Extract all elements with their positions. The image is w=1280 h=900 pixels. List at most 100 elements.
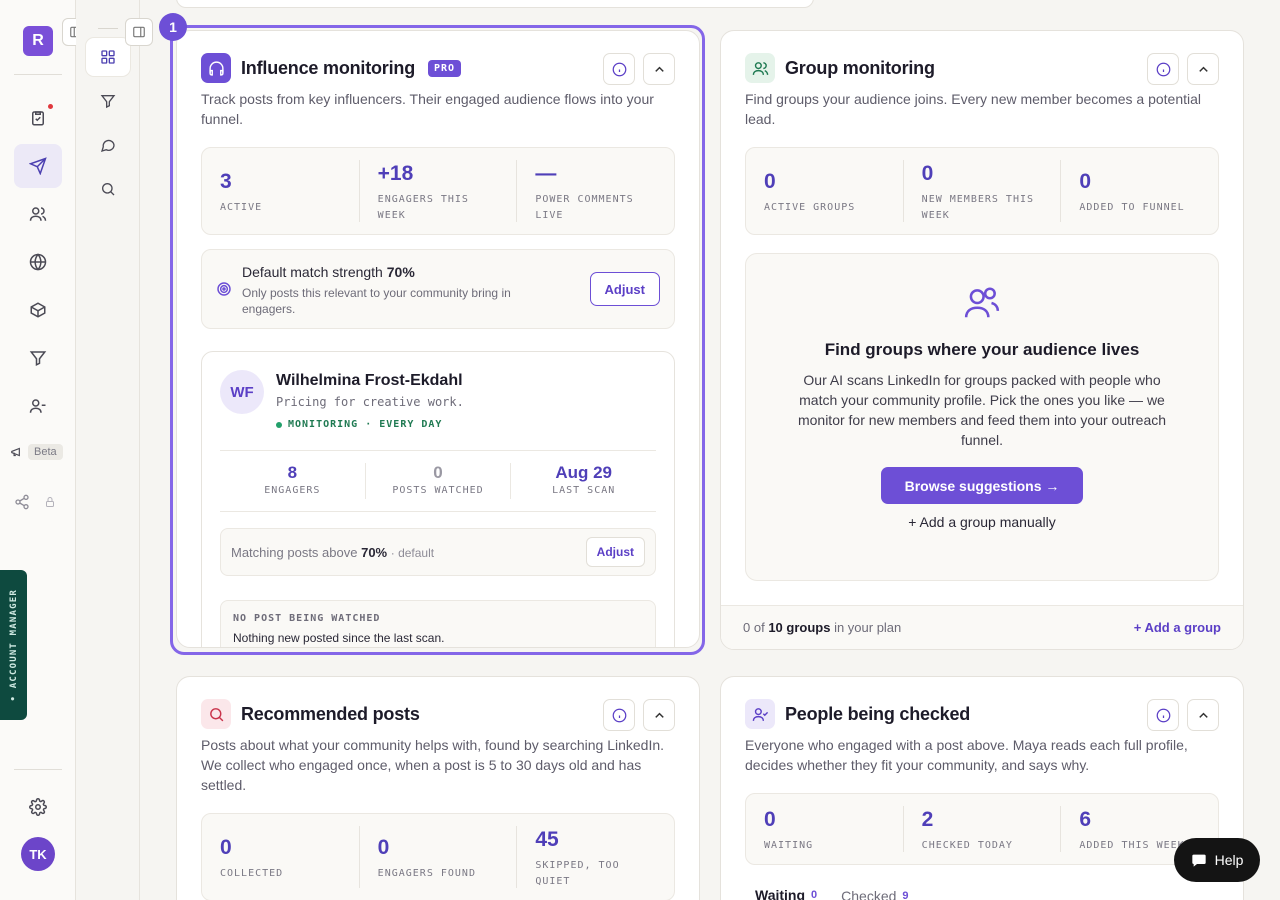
- stat-checked-today: 2 CHECKED TODAY: [904, 806, 1062, 852]
- info-button[interactable]: [1147, 699, 1179, 731]
- collapse-subnav-button[interactable]: [125, 18, 153, 46]
- stat-skipped: 45 SKIPPED, TOO QUIET: [535, 828, 620, 887]
- filter-icon: [100, 95, 116, 109]
- card-header: People being checked: [745, 699, 1219, 731]
- influencer-avatar: WF: [220, 370, 264, 414]
- chevron-up-icon: [654, 66, 664, 72]
- info-icon: [1156, 708, 1170, 722]
- pro-badge: PRO: [428, 60, 462, 77]
- stat-last-scan: Aug 29 LAST SCAN: [552, 463, 616, 496]
- user-group-icon: [964, 287, 1000, 318]
- stat-added-funnel: 0 ADDED TO FUNNEL: [1079, 170, 1185, 213]
- influence-monitoring-card: Influence monitoring PRO Track posts fro…: [176, 30, 700, 648]
- users-icon: [745, 53, 775, 83]
- brand-logo[interactable]: R: [23, 26, 53, 56]
- main-nav-rail: R Beta TK: [0, 0, 76, 900]
- tutorial-step-badge: 1: [159, 13, 187, 41]
- influencer-tagline: Pricing for creative work.: [276, 395, 464, 409]
- search-icon: [201, 699, 231, 729]
- card-description: Find groups your audience joins. Every n…: [745, 91, 1202, 127]
- rail-divider: [14, 769, 62, 770]
- info-icon: [1156, 62, 1170, 76]
- nav-filters[interactable]: [14, 336, 62, 380]
- subnav-search[interactable]: [86, 170, 130, 208]
- stat-engagers-found: 0 ENGAGERS FOUND: [360, 826, 518, 888]
- nav-team[interactable]: [14, 384, 62, 428]
- nav-web[interactable]: [14, 240, 62, 284]
- subnav-divider: [98, 28, 118, 29]
- browse-suggestions-button[interactable]: Browse suggestions →: [881, 467, 1083, 504]
- headphones-icon: [201, 53, 231, 83]
- nav-tasks[interactable]: [14, 96, 62, 140]
- info-button[interactable]: [603, 53, 635, 85]
- help-button[interactable]: Help: [1174, 838, 1260, 882]
- user-avatar[interactable]: TK: [21, 837, 55, 871]
- nav-outreach[interactable]: [14, 144, 62, 188]
- send-icon: [29, 157, 47, 175]
- previous-card-edge: [176, 0, 814, 8]
- globe-icon: [29, 253, 47, 271]
- stat-active-groups: 0 ACTIVE GROUPS: [746, 160, 904, 222]
- account-manager-label: • ACCOUNT MANAGER: [8, 588, 19, 702]
- empty-description: Our AI scans LinkedIn for groups packed …: [797, 372, 1167, 448]
- subnav-funnel[interactable]: [86, 82, 130, 120]
- account-manager-tab[interactable]: • ACCOUNT MANAGER: [0, 570, 27, 720]
- target-icon: [217, 282, 231, 296]
- match-strength-subtitle: Only posts this relevant to your communi…: [242, 286, 511, 316]
- stats-row: 0 ACTIVE GROUPS 0 NEW MEMBERS THIS WEEK 0A…: [745, 147, 1219, 235]
- stat-new-members: 0 NEW MEMBERS THIS WEEK: [904, 160, 1062, 222]
- card-header: Group monitoring: [745, 53, 1219, 85]
- stat-posts-watched: 0 POSTS WATCHED: [366, 463, 512, 499]
- nav-contacts[interactable]: [14, 192, 62, 236]
- card-title: Recommended posts: [241, 704, 420, 724]
- adjust-match-button[interactable]: Adjust: [589, 272, 660, 306]
- stat-power-comments: — POWER COMMENTS LIVE: [535, 162, 634, 221]
- no-post-notice: NO POST BEING WATCHED Nothing new posted…: [220, 600, 656, 647]
- empty-title: Find groups where your audience lives: [824, 340, 1140, 359]
- nav-settings[interactable]: [14, 785, 62, 829]
- beta-badge: Beta: [28, 444, 63, 460]
- influencer-name[interactable]: Wilhelmina Frost-Ekdahl: [276, 372, 463, 390]
- nav-inbox[interactable]: [14, 288, 62, 332]
- info-icon: [612, 708, 626, 722]
- users-icon: [29, 207, 47, 221]
- section-subnav: [76, 0, 140, 900]
- adjust-influencer-button[interactable]: Adjust: [585, 537, 645, 567]
- lock-icon: [46, 497, 54, 507]
- tab-checked[interactable]: Checked 9: [841, 887, 908, 900]
- info-icon: [612, 62, 626, 76]
- chevron-up-icon: [1198, 712, 1208, 718]
- grid-icon: [101, 50, 115, 64]
- chat-bubble-icon: [1191, 854, 1206, 867]
- gear-icon: [29, 798, 47, 816]
- subnav-messages[interactable]: [86, 126, 130, 164]
- collapse-card-button[interactable]: [643, 699, 675, 731]
- filter-icon: [29, 351, 47, 366]
- user-check-icon: [745, 699, 775, 729]
- subnav-dashboard[interactable]: [86, 38, 130, 76]
- card-header: Recommended posts: [201, 699, 675, 731]
- influencer-item: WF Wilhelmina Frost-Ekdahl Pricing for c…: [201, 351, 675, 647]
- groups-empty-state: Find groups where your audience lives Ou…: [745, 253, 1219, 581]
- nav-integrations[interactable]: [14, 492, 62, 512]
- collapse-card-button[interactable]: [1187, 699, 1219, 731]
- status-dot: [276, 421, 282, 428]
- stat-active: 3 ACTIVE: [202, 160, 360, 222]
- collapse-card-button[interactable]: [643, 53, 675, 85]
- monitoring-status: MONITORING · EVERY DAY: [276, 419, 442, 430]
- add-group-link[interactable]: + Add a group: [1134, 620, 1221, 635]
- card-title: People being checked: [785, 704, 971, 724]
- nav-beta-feature[interactable]: Beta: [10, 444, 63, 460]
- tab-waiting[interactable]: Waiting 0: [755, 887, 817, 900]
- stat-collected: 0 COLLECTED: [202, 826, 360, 888]
- user-group-icon: [29, 399, 46, 413]
- sidebar-toggle-icon: [133, 26, 145, 38]
- collapse-card-button[interactable]: [1187, 53, 1219, 85]
- stats-row: 0 WAITING 2 CHECKED TODAY 6 ADDED THIS WEEK: [745, 793, 1219, 865]
- card-title: Influence monitoring: [241, 58, 415, 78]
- card-description: Track posts from key influencers. Their …: [201, 91, 654, 127]
- info-button[interactable]: [603, 699, 635, 731]
- info-button[interactable]: [1147, 53, 1179, 85]
- add-group-manually-link[interactable]: + Add a group manually: [746, 514, 1218, 530]
- share-icon: [15, 494, 29, 510]
